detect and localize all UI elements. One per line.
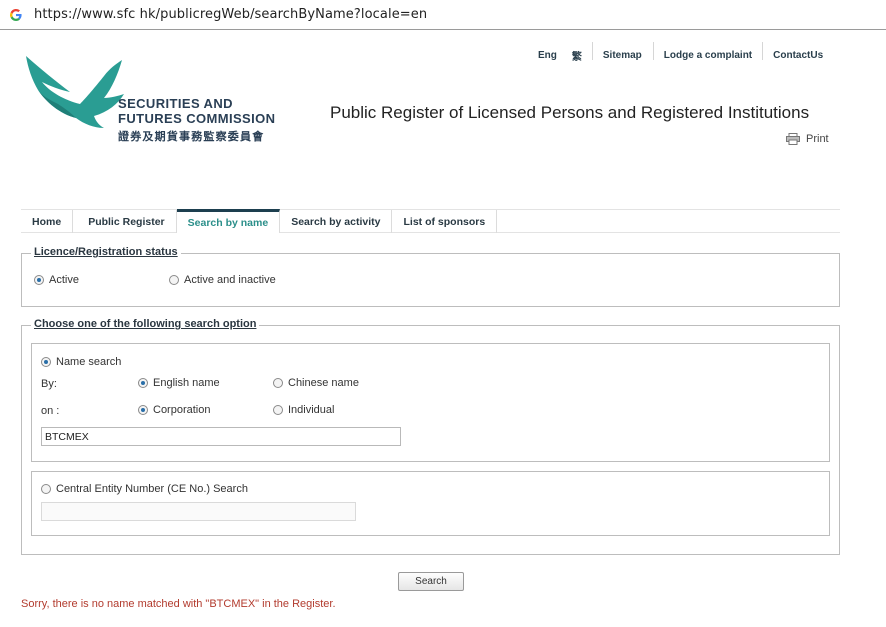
tab-search-by-activity[interactable]: Search by activity	[280, 210, 393, 233]
tab-search-by-name[interactable]: Search by name	[176, 209, 281, 233]
printer-icon	[786, 133, 800, 145]
chinese-name-option[interactable]: Chinese name	[273, 377, 359, 389]
name-search-label: Name search	[56, 356, 122, 368]
english-name-label: English name	[153, 377, 220, 389]
error-message: Sorry, there is no name matched with "BT…	[21, 598, 336, 610]
individual-label: Individual	[288, 404, 335, 416]
status-active-option[interactable]: Active	[34, 274, 79, 286]
address-bar[interactable]: https://www.sfc hk/publicregWeb/searchBy…	[0, 0, 886, 30]
search-option-legend: Choose one of the following search optio…	[31, 318, 260, 330]
status-fieldset	[21, 253, 840, 307]
radio-button[interactable]	[169, 275, 179, 285]
by-label: By:	[41, 378, 57, 390]
on-label: on :	[41, 405, 60, 417]
name-search-input[interactable]: BTCMEX	[41, 427, 401, 446]
status-active-label: Active	[49, 274, 79, 286]
ce-search-label: Central Entity Number (CE No.) Search	[56, 483, 248, 495]
ce-number-input[interactable]	[41, 502, 356, 521]
sitemap-link[interactable]: Sitemap	[603, 50, 642, 61]
google-icon	[9, 8, 23, 22]
print-label: Print	[806, 133, 829, 145]
status-active-inactive-label: Active and inactive	[184, 274, 276, 286]
individual-option[interactable]: Individual	[273, 404, 334, 416]
logo-text-line1: SECURITIES AND	[118, 96, 233, 111]
tab-list-of-sponsors[interactable]: List of sponsors	[392, 210, 498, 233]
main-tabs: Home Public Register Search by name Sear…	[21, 209, 840, 233]
divider	[762, 42, 764, 60]
search-button[interactable]: Search	[398, 572, 464, 591]
radio-button[interactable]	[273, 405, 283, 415]
status-legend: Licence/Registration status	[31, 246, 181, 258]
radio-button[interactable]	[138, 405, 148, 415]
contact-us-link[interactable]: ContactUs	[773, 50, 823, 61]
tab-home[interactable]: Home	[21, 210, 74, 233]
status-active-inactive-option[interactable]: Active and inactive	[169, 274, 276, 286]
divider	[591, 42, 593, 60]
name-search-option[interactable]: Name search	[41, 356, 121, 368]
chinese-name-label: Chinese name	[288, 377, 359, 389]
ce-search-option[interactable]: Central Entity Number (CE No.) Search	[41, 483, 248, 495]
radio-button[interactable]	[41, 357, 51, 367]
english-name-option[interactable]: English name	[138, 377, 220, 389]
page-title: Public Register of Licensed Persons and …	[330, 103, 810, 122]
radio-button[interactable]	[273, 378, 283, 388]
logo-text-line2: FUTURES COMMISSION	[118, 111, 276, 126]
url-text[interactable]: https://www.sfc hk/publicregWeb/searchBy…	[34, 7, 427, 22]
radio-button[interactable]	[41, 484, 51, 494]
lodge-complaint-link[interactable]: Lodge a complaint	[664, 50, 752, 61]
tab-public-register[interactable]: Public Register	[73, 210, 177, 233]
lang-chinese-link[interactable]: 繁	[572, 48, 582, 63]
print-button[interactable]: Print	[786, 133, 829, 145]
radio-button[interactable]	[34, 275, 44, 285]
corporation-label: Corporation	[153, 404, 211, 416]
logo-text-chinese: 證券及期貨事務監察委員會	[118, 130, 265, 143]
top-links: Eng 繁 Sitemap Lodge a complaint ContactU…	[530, 42, 823, 63]
divider	[652, 42, 654, 60]
lang-english-link[interactable]: Eng	[538, 50, 557, 61]
radio-button[interactable]	[138, 378, 148, 388]
corporation-option[interactable]: Corporation	[138, 404, 210, 416]
